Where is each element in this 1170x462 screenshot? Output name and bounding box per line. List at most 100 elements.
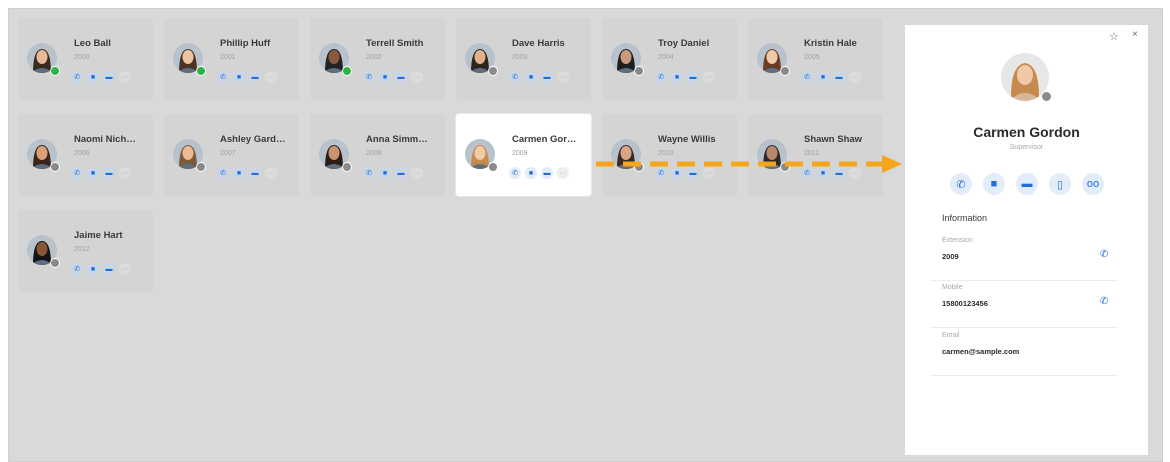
contact-extension: 2007 bbox=[220, 150, 236, 157]
call-icon[interactable]: ✆ bbox=[217, 71, 229, 83]
contact-name: Carmen Gor… bbox=[512, 134, 577, 145]
chat-icon[interactable]: ▬ bbox=[249, 71, 261, 83]
contact-extension: 2000 bbox=[74, 54, 90, 61]
call-icon[interactable]: ✆ bbox=[71, 167, 83, 179]
contact-name: Kristin Hale bbox=[804, 38, 857, 49]
more-icon[interactable]: ··· bbox=[411, 167, 423, 179]
contact-card[interactable]: Dave Harris 2003 ✆ ■ ▬ ··· bbox=[456, 18, 591, 100]
mobile-field: Mobile 15800123456 ✆ bbox=[930, 282, 1118, 328]
contact-name: Dave Harris bbox=[512, 38, 565, 49]
phone-icon[interactable]: ✆ bbox=[1100, 249, 1108, 260]
contact-card[interactable]: Naomi Nich… 2006 ✆ ■ ▬ ··· bbox=[18, 114, 153, 196]
call-icon[interactable]: ✆ bbox=[217, 167, 229, 179]
status-badge bbox=[488, 162, 498, 172]
call-icon[interactable]: ✆ bbox=[71, 263, 83, 275]
call-icon[interactable]: ✆ bbox=[509, 71, 521, 83]
contact-card[interactable]: Wayne Willis 2010 ✆ ■ ▬ ··· bbox=[602, 114, 737, 196]
chat-icon[interactable]: ▬ bbox=[687, 71, 699, 83]
call-icon[interactable]: ✆ bbox=[801, 71, 813, 83]
contact-card[interactable]: Terrell Smith 2002 ✆ ■ ▬ ··· bbox=[310, 18, 445, 100]
status-badge bbox=[196, 162, 206, 172]
video-icon[interactable]: ■ bbox=[817, 71, 829, 83]
contact-name: Shawn Shaw bbox=[804, 134, 863, 145]
more-icon[interactable]: ··· bbox=[119, 71, 131, 83]
call-icon[interactable]: ✆ bbox=[509, 167, 521, 179]
chat-icon[interactable]: ▬ bbox=[395, 71, 407, 83]
card-actions: ✆ ■ ▬ ··· bbox=[801, 167, 861, 179]
video-icon[interactable]: ■ bbox=[525, 71, 537, 83]
contact-extension: 2009 bbox=[512, 150, 528, 157]
chat-icon[interactable]: ▬ bbox=[103, 263, 115, 275]
card-actions: ✆ ■ ▬ ··· bbox=[71, 263, 131, 275]
star-icon[interactable]: ☆ bbox=[1109, 30, 1119, 43]
call-icon[interactable]: ✆ bbox=[363, 71, 375, 83]
contact-extension: 2002 bbox=[366, 54, 382, 61]
voicemail-icon[interactable]: oo bbox=[1082, 173, 1104, 195]
chat-icon[interactable]: ▬ bbox=[395, 167, 407, 179]
more-icon[interactable]: ··· bbox=[265, 71, 277, 83]
more-icon[interactable]: ··· bbox=[557, 71, 569, 83]
more-icon[interactable]: ··· bbox=[411, 71, 423, 83]
contact-name: Jaime Hart bbox=[74, 230, 123, 241]
video-icon[interactable]: ■ bbox=[87, 71, 99, 83]
mobile-icon[interactable]: ▯ bbox=[1049, 173, 1071, 195]
video-icon[interactable]: ■ bbox=[379, 167, 391, 179]
video-icon[interactable]: ■ bbox=[233, 71, 245, 83]
contact-name: Carmen Gordon bbox=[973, 124, 1080, 140]
call-icon[interactable]: ✆ bbox=[363, 167, 375, 179]
contact-extension: 2011 bbox=[804, 150, 820, 157]
video-icon[interactable]: ■ bbox=[87, 167, 99, 179]
video-icon[interactable]: ■ bbox=[671, 167, 683, 179]
card-actions: ✆ ■ ▬ ··· bbox=[509, 71, 569, 83]
chat-icon[interactable]: ▬ bbox=[1016, 173, 1038, 195]
chat-icon[interactable]: ▬ bbox=[249, 167, 261, 179]
more-icon[interactable]: ··· bbox=[849, 167, 861, 179]
video-icon[interactable]: ■ bbox=[233, 167, 245, 179]
chat-icon[interactable]: ▬ bbox=[833, 71, 845, 83]
video-icon[interactable]: ■ bbox=[525, 167, 537, 179]
contact-card[interactable]: Jaime Hart 2012 ✆ ■ ▬ ··· bbox=[18, 210, 153, 292]
more-icon[interactable]: ··· bbox=[849, 71, 861, 83]
information-heading: Information bbox=[942, 213, 988, 223]
more-icon[interactable]: ··· bbox=[265, 167, 277, 179]
contact-card[interactable]: Anna Simm… 2008 ✆ ■ ▬ ··· bbox=[310, 114, 445, 196]
video-icon[interactable]: ■ bbox=[87, 263, 99, 275]
call-icon[interactable]: ✆ bbox=[71, 71, 83, 83]
call-icon[interactable]: ✆ bbox=[655, 71, 667, 83]
close-icon[interactable]: × bbox=[1132, 29, 1138, 40]
chat-icon[interactable]: ▬ bbox=[103, 71, 115, 83]
chat-icon[interactable]: ▬ bbox=[103, 167, 115, 179]
contact-card[interactable]: Troy Daniel 2004 ✆ ■ ▬ ··· bbox=[602, 18, 737, 100]
video-icon[interactable]: ■ bbox=[817, 167, 829, 179]
video-icon[interactable]: ■ bbox=[671, 71, 683, 83]
contact-extension: 2005 bbox=[804, 54, 820, 61]
video-icon[interactable]: ■ bbox=[379, 71, 391, 83]
contact-extension: 2012 bbox=[74, 246, 90, 253]
chat-icon[interactable]: ▬ bbox=[687, 167, 699, 179]
contact-card[interactable]: Kristin Hale 2005 ✆ ■ ▬ ··· bbox=[748, 18, 883, 100]
phone-icon[interactable]: ✆ bbox=[1100, 296, 1108, 307]
call-icon[interactable]: ✆ bbox=[950, 173, 972, 195]
extension-value: 2009 bbox=[942, 252, 959, 261]
contact-card[interactable]: Leo Ball 2000 ✆ ■ ▬ ··· bbox=[18, 18, 153, 100]
call-icon[interactable]: ✆ bbox=[801, 167, 813, 179]
contact-card[interactable]: Ashley Gard… 2007 ✆ ■ ▬ ··· bbox=[164, 114, 299, 196]
more-icon[interactable]: ··· bbox=[119, 167, 131, 179]
more-icon[interactable]: ··· bbox=[703, 71, 715, 83]
chat-icon[interactable]: ▬ bbox=[541, 71, 553, 83]
contact-name: Phillip Huff bbox=[220, 38, 271, 49]
contact-card[interactable]: Phillip Huff 2001 ✆ ■ ▬ ··· bbox=[164, 18, 299, 100]
contact-card[interactable]: Shawn Shaw 2011 ✆ ■ ▬ ··· bbox=[748, 114, 883, 196]
call-icon[interactable]: ✆ bbox=[655, 167, 667, 179]
chat-icon[interactable]: ▬ bbox=[541, 167, 553, 179]
contact-card[interactable]: Carmen Gor… 2009 ✆ ■ ▬ ··· bbox=[456, 114, 591, 196]
more-icon[interactable]: ··· bbox=[557, 167, 569, 179]
chat-icon[interactable]: ▬ bbox=[833, 167, 845, 179]
video-icon[interactable]: ■ bbox=[983, 173, 1005, 195]
more-icon[interactable]: ··· bbox=[119, 263, 131, 275]
more-icon[interactable]: ··· bbox=[703, 167, 715, 179]
card-actions: ✆ ■ ▬ ··· bbox=[363, 167, 423, 179]
status-badge bbox=[50, 66, 60, 76]
contact-extension: 2008 bbox=[366, 150, 382, 157]
card-actions: ✆ ■ ▬ ··· bbox=[655, 71, 715, 83]
